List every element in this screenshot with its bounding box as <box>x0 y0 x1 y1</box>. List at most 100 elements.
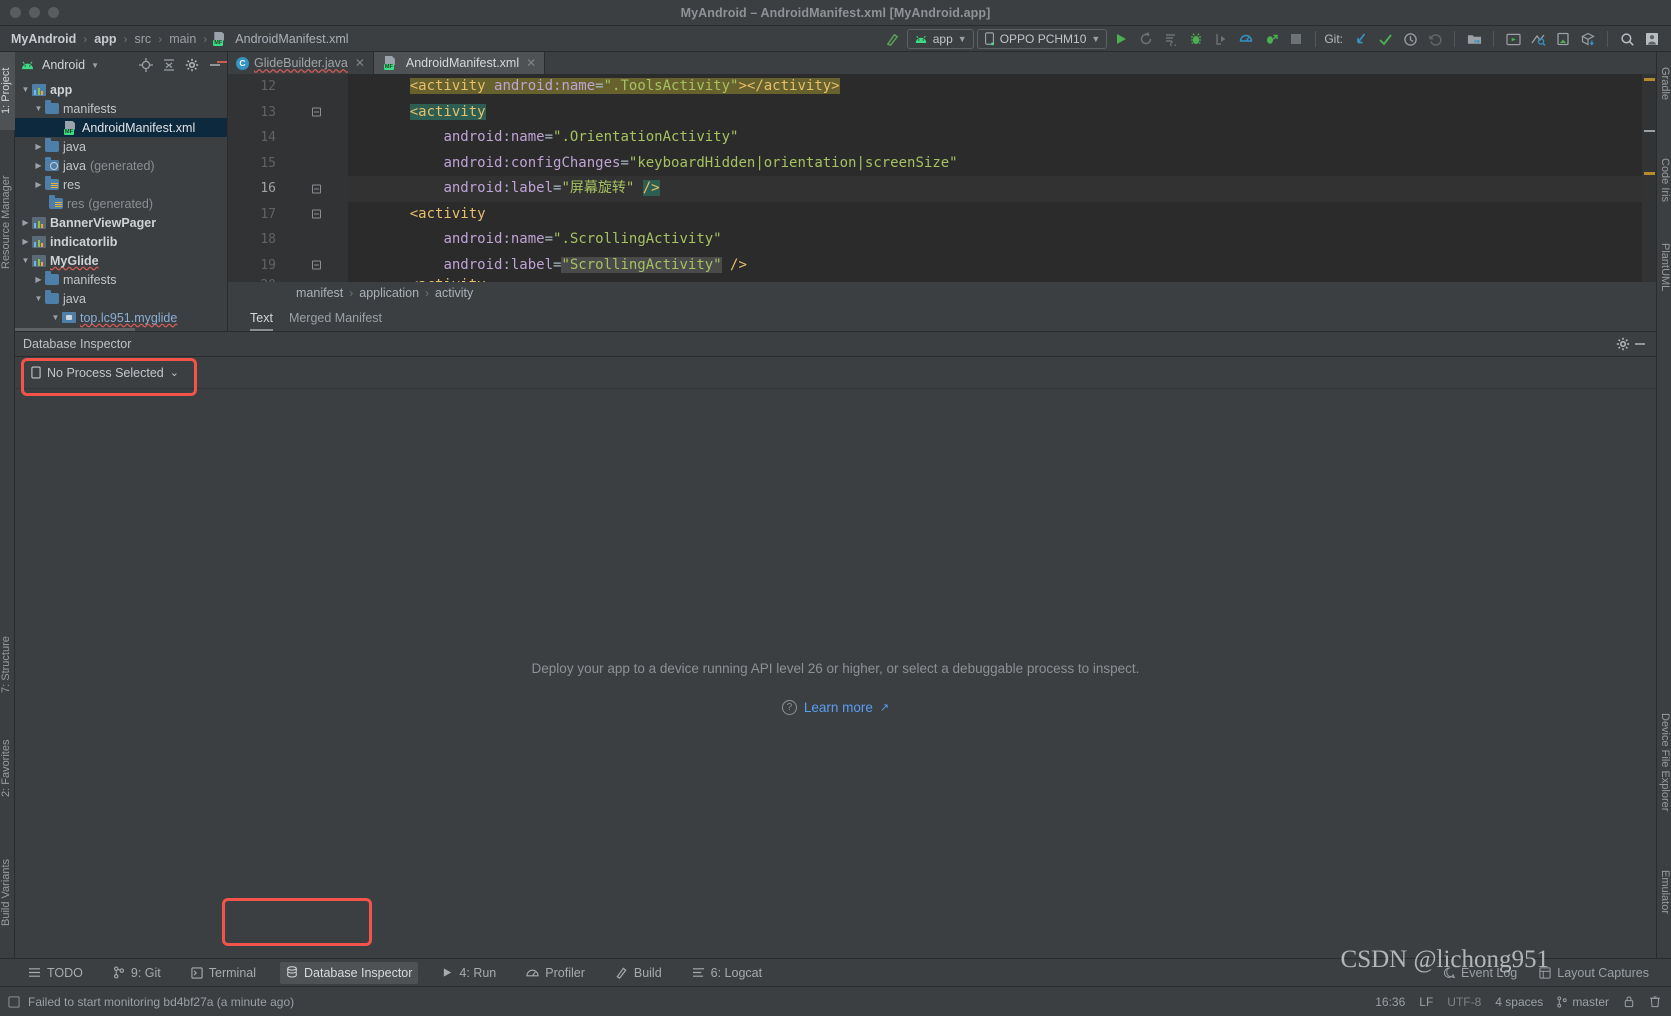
editor-tab-glidebuilder[interactable]: C GlideBuilder.java ✕ <box>228 52 374 74</box>
sidebar-item-favorites[interactable]: 2: Favorites <box>0 720 15 816</box>
chevron-right-icon[interactable]: ▶ <box>32 275 45 284</box>
process-selector[interactable]: No Process Selected ⌄ <box>23 362 187 384</box>
tool-window-build[interactable]: Build <box>609 962 668 984</box>
profiler-icon[interactable] <box>1235 28 1257 50</box>
lock-icon[interactable] <box>1623 995 1635 1008</box>
breadcrumb-item-application[interactable]: application <box>359 286 419 300</box>
git-history-icon[interactable] <box>1399 28 1421 50</box>
tree-node-myglide-manifests[interactable]: ▶ manifests <box>15 270 227 289</box>
build-hammer-icon[interactable] <box>882 28 904 50</box>
breadcrumb-item-activity[interactable]: activity <box>435 286 473 300</box>
layout-inspector-icon[interactable] <box>1527 28 1549 50</box>
minimize-icon[interactable] <box>1631 336 1648 353</box>
run-with-coverage-icon[interactable] <box>1160 28 1182 50</box>
tool-window-event-log[interactable]: Event Log <box>1437 962 1523 984</box>
status-indent[interactable]: 4 spaces <box>1495 995 1543 1009</box>
sidebar-item-device-file-explorer[interactable]: Device File Explorer <box>1656 692 1671 832</box>
status-message[interactable]: Failed to start monitoring bd4bf27a (a m… <box>28 995 294 1009</box>
tool-window-todo[interactable]: TODO <box>22 962 89 984</box>
warning-mark[interactable] <box>1644 78 1655 81</box>
chevron-down-icon[interactable]: ▼ <box>958 34 967 44</box>
breadcrumb-item-main[interactable]: main <box>166 32 199 46</box>
tool-window-git[interactable]: 9: Git <box>107 962 167 984</box>
learn-more-link[interactable]: ? Learn more ↗ <box>781 700 889 715</box>
tree-node-bannerviewpager[interactable]: ▶ BannerViewPager <box>15 213 227 232</box>
tool-window-run[interactable]: 4: Run <box>436 962 502 984</box>
run-icon[interactable] <box>1110 28 1132 50</box>
chevron-right-icon[interactable]: ▶ <box>19 237 32 246</box>
settings-gear-icon[interactable] <box>183 57 200 74</box>
tool-window-logcat[interactable]: 6: Logcat <box>686 962 768 984</box>
notification-icon[interactable] <box>8 995 20 1008</box>
chevron-down-icon[interactable]: ▼ <box>19 85 32 94</box>
rerun-icon[interactable] <box>1135 28 1157 50</box>
fold-collapse-icon[interactable] <box>312 184 321 194</box>
tree-node-java[interactable]: ▶ java <box>15 137 227 156</box>
attach-debugger-icon[interactable] <box>1210 28 1232 50</box>
device-file-explorer-icon[interactable] <box>1552 28 1574 50</box>
code-line[interactable]: 13 <activity <box>228 100 1656 126</box>
code-line[interactable]: 12 <activity android:name=".ToolsActivit… <box>228 74 1656 100</box>
warning-mark[interactable] <box>1644 130 1655 132</box>
fold-collapse-icon[interactable] <box>312 209 321 219</box>
sidebar-item-resource-manager[interactable]: Resource Manager <box>0 156 15 288</box>
collapse-all-icon[interactable] <box>160 57 177 74</box>
tree-node-myglide-java[interactable]: ▼ java <box>15 289 227 308</box>
code-line[interactable]: 14 android:name=".OrientationActivity" <box>228 125 1656 151</box>
chevron-down-icon[interactable]: ▼ <box>1091 34 1100 44</box>
code-line[interactable]: 18 android:name=".ScrollingActivity" <box>228 227 1656 253</box>
chevron-right-icon[interactable]: ▶ <box>32 161 45 170</box>
warning-mark[interactable] <box>1644 172 1655 175</box>
status-encoding[interactable]: UTF-8 <box>1447 995 1481 1009</box>
tree-node-res-generated[interactable]: res (generated) <box>15 194 227 213</box>
sidebar-item-emulator[interactable]: Emulator <box>1656 852 1671 932</box>
chevron-down-icon[interactable]: ⌄ <box>170 367 179 378</box>
apk-analyzer-icon[interactable] <box>1577 28 1599 50</box>
sidebar-item-gradle[interactable]: Gradle <box>1656 56 1671 112</box>
tree-node-myglide[interactable]: ▼ MyGlide <box>15 251 227 270</box>
chevron-right-icon[interactable]: ▶ <box>32 142 45 151</box>
avd-manager-icon[interactable] <box>1502 28 1524 50</box>
tree-node-res[interactable]: ▶ res <box>15 175 227 194</box>
project-view-selector[interactable]: Android <box>42 58 85 72</box>
code-line[interactable]: 19 android:label="ScrollingActivity" /> <box>228 253 1656 279</box>
tree-node-java-generated[interactable]: ▶ java (generated) <box>15 156 227 175</box>
breadcrumb-item-project[interactable]: MyAndroid <box>8 32 79 46</box>
close-icon[interactable]: ✕ <box>355 56 365 70</box>
chevron-down-icon[interactable]: ▼ <box>32 294 45 303</box>
tool-window-profiler[interactable]: Profiler <box>520 962 591 984</box>
hide-panel-icon[interactable] <box>206 57 223 74</box>
breadcrumb-item-manifest[interactable]: manifest <box>296 286 343 300</box>
sidebar-item-plantuml[interactable]: PlantUML <box>1656 232 1671 302</box>
run-configuration-selector[interactable]: app ▼ <box>906 29 974 49</box>
sidebar-item-structure[interactable]: 7: Structure <box>0 620 15 710</box>
tree-node-androidmanifest[interactable]: AndroidManifest.xml <box>15 118 227 137</box>
code-editor[interactable]: 12 <activity android:name=".ToolsActivit… <box>228 74 1656 282</box>
breadcrumb-item-src[interactable]: src <box>132 32 155 46</box>
tool-window-database-inspector[interactable]: Database Inspector <box>280 961 419 984</box>
breadcrumb-item-app[interactable]: app <box>91 32 119 46</box>
tree-node-manifests[interactable]: ▼ manifests <box>15 61 227 118</box>
fold-collapse-icon[interactable] <box>312 107 321 117</box>
code-line[interactable]: 17 <activity <box>228 202 1656 228</box>
chevron-right-icon[interactable]: ▶ <box>19 218 32 227</box>
tool-window-terminal[interactable]: Terminal <box>185 962 262 984</box>
status-line-separator[interactable]: LF <box>1419 995 1433 1009</box>
tool-window-layout-captures[interactable]: Layout Captures <box>1533 962 1655 984</box>
editor-error-stripe[interactable] <box>1642 74 1656 282</box>
sidebar-item-build-variants[interactable]: Build Variants <box>0 842 15 942</box>
trash-icon[interactable] <box>1649 995 1661 1008</box>
chevron-down-icon[interactable]: ▼ <box>91 61 99 70</box>
git-update-icon[interactable] <box>1349 28 1371 50</box>
chevron-down-icon[interactable]: ▼ <box>32 104 45 113</box>
close-icon[interactable]: ✕ <box>526 56 536 70</box>
locate-icon[interactable] <box>137 57 154 74</box>
user-icon[interactable] <box>1641 28 1663 50</box>
debug-icon[interactable] <box>1185 28 1207 50</box>
sidebar-item-project[interactable]: 1: Project <box>0 52 15 130</box>
tree-node-app[interactable]: ▼ app <box>15 80 227 99</box>
status-branch[interactable]: master <box>1557 995 1609 1009</box>
chevron-right-icon[interactable]: ▶ <box>32 180 45 189</box>
sidebar-item-code-iris[interactable]: Code Iris <box>1656 142 1671 218</box>
device-selector[interactable]: OPPO PCHM10 ▼ <box>976 29 1108 49</box>
